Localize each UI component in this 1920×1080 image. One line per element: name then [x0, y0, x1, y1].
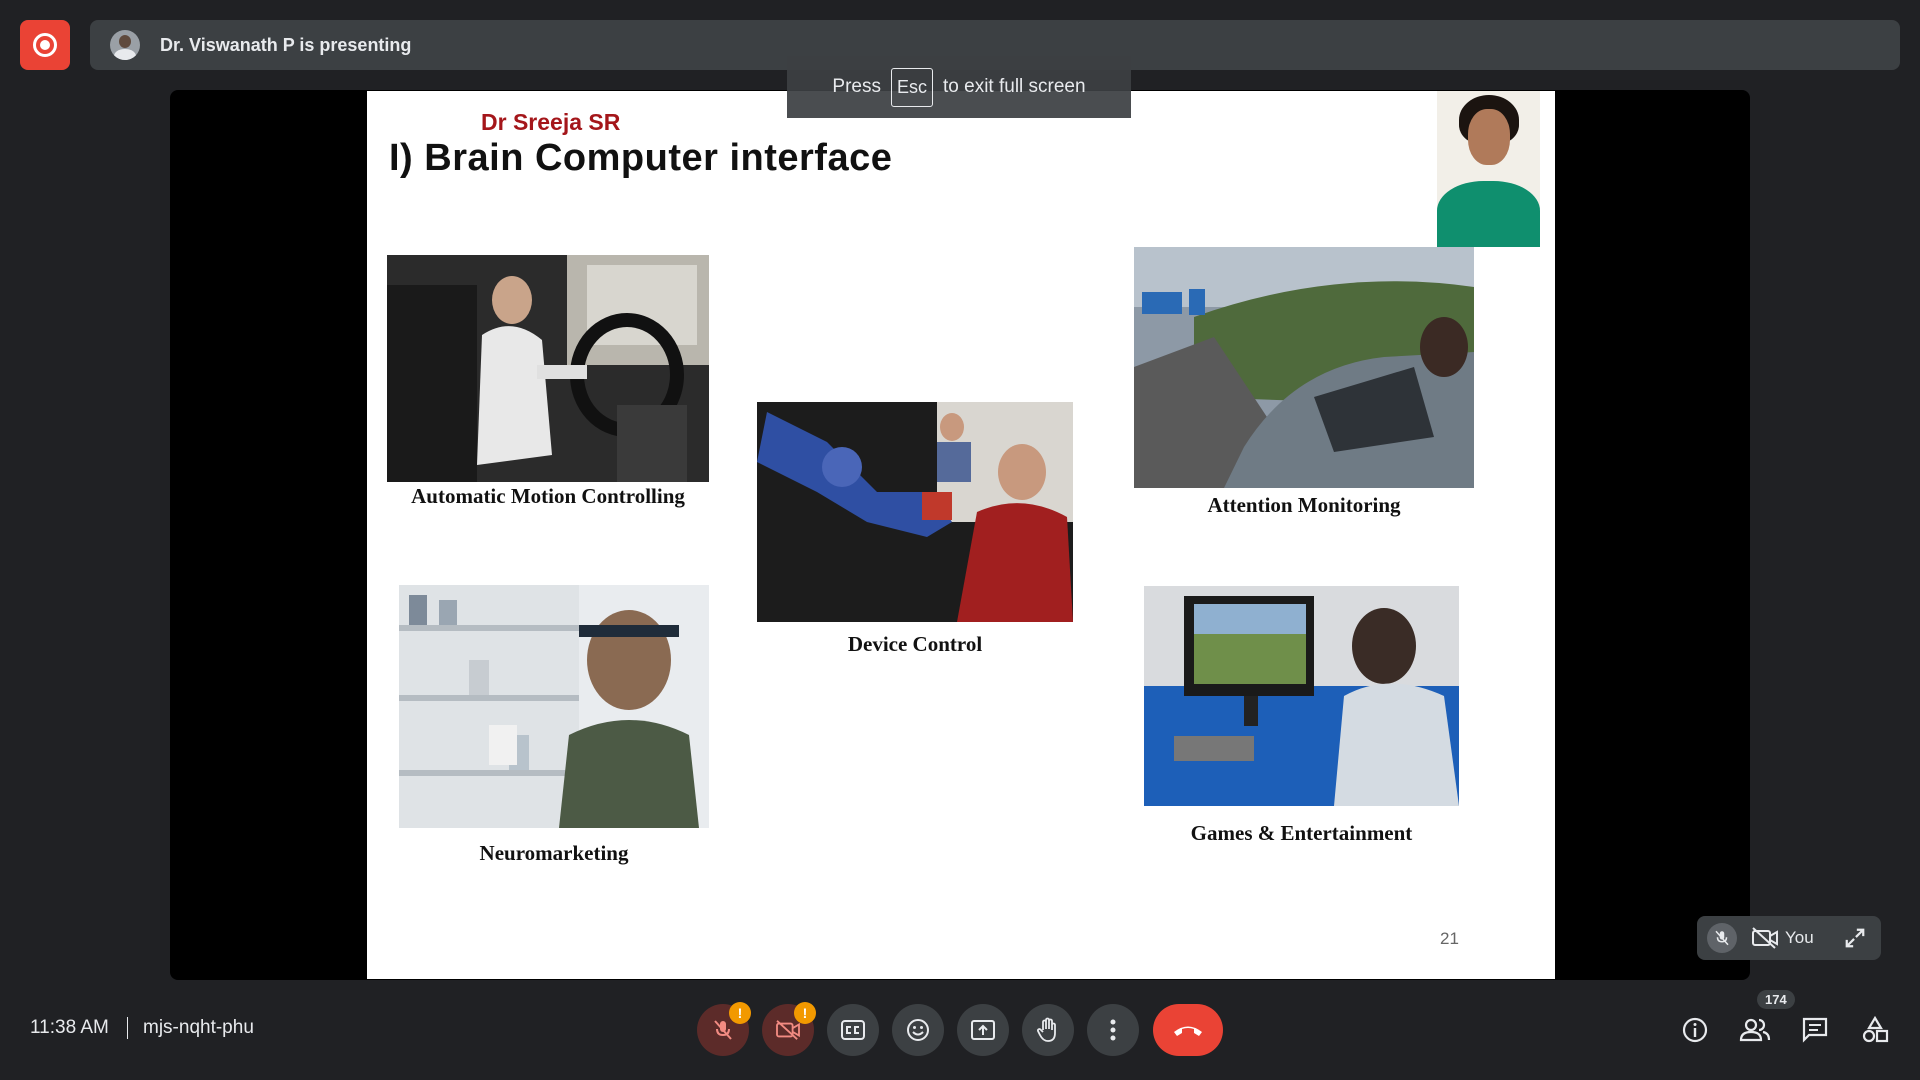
camera-warning-badge: ! [794, 1002, 816, 1024]
slide-author: Dr Sreeja SR [481, 109, 621, 135]
mic-off-icon [714, 1020, 732, 1040]
more-options-icon [1110, 1019, 1116, 1041]
toast-press: Press [832, 76, 881, 97]
bci-game-photo [1144, 586, 1459, 806]
meeting-info-button[interactable] [1677, 1012, 1713, 1048]
car-driver-photo [387, 255, 709, 482]
toast-rest: to exit full screen [943, 76, 1086, 97]
participant-count-badge: 174 [1757, 990, 1795, 1009]
caption-attention: Attention Monitoring [1207, 493, 1401, 517]
self-mic-off-icon [1707, 923, 1737, 953]
presentation-slide: Dr Sreeja SR I) Brain Computer interface… [367, 91, 1555, 979]
record-icon [33, 33, 57, 57]
raise-hand-icon [1037, 1017, 1056, 1042]
self-view-tile[interactable]: You [1697, 916, 1881, 960]
leave-call-button[interactable] [1153, 1004, 1223, 1056]
caption-neuro: Neuromarketing [479, 841, 629, 865]
clock: 11:38 AM [30, 1017, 109, 1038]
self-label: You [1785, 928, 1814, 947]
activities-button[interactable] [1857, 1012, 1893, 1048]
robot-arm-photo [757, 402, 1073, 622]
driving-sim-photo [1134, 247, 1474, 488]
slide-title: I) Brain Computer interface [389, 137, 893, 179]
people-icon [1739, 1018, 1771, 1042]
emoji-button[interactable] [892, 1004, 944, 1056]
camera-toggle-button[interactable]: ! [762, 1002, 816, 1056]
divider [127, 1017, 128, 1039]
caption-device: Device Control [847, 632, 983, 656]
expand-icon[interactable] [1844, 927, 1866, 949]
more-options-button[interactable] [1087, 1004, 1139, 1056]
presenter-label: Dr. Viswanath P is presenting [160, 34, 412, 55]
esc-key: Esc [890, 67, 933, 107]
captions-icon [841, 1020, 865, 1040]
chat-button[interactable] [1797, 1012, 1833, 1048]
meeting-code: mjs-nqht-phu [143, 1017, 254, 1038]
camera-off-icon [776, 1020, 800, 1040]
slide-page-number: 21 [1440, 929, 1459, 948]
speaker-photo [1437, 91, 1540, 247]
self-camera-off-icon [1751, 926, 1779, 950]
people-button[interactable] [1737, 1012, 1773, 1048]
recording-button[interactable] [20, 20, 70, 70]
emoji-icon [907, 1019, 929, 1041]
caption-motion: Automatic Motion Controlling [411, 484, 685, 508]
caption-games: Games & Entertainment [1190, 821, 1413, 845]
chat-icon [1802, 1017, 1828, 1043]
hang-up-icon [1174, 1026, 1202, 1036]
present-icon [971, 1020, 995, 1040]
mic-warning-badge: ! [729, 1002, 751, 1024]
fullscreen-toast: Press Esc to exit full screen [787, 56, 1131, 118]
activities-icon [1862, 1016, 1889, 1043]
shopping-photo [399, 585, 709, 828]
raise-hand-button[interactable] [1022, 1004, 1074, 1056]
present-button[interactable] [957, 1004, 1009, 1056]
captions-button[interactable] [827, 1004, 879, 1056]
presenter-avatar [110, 30, 140, 60]
mic-toggle-button[interactable]: ! [697, 1002, 751, 1056]
info-icon [1682, 1017, 1708, 1043]
